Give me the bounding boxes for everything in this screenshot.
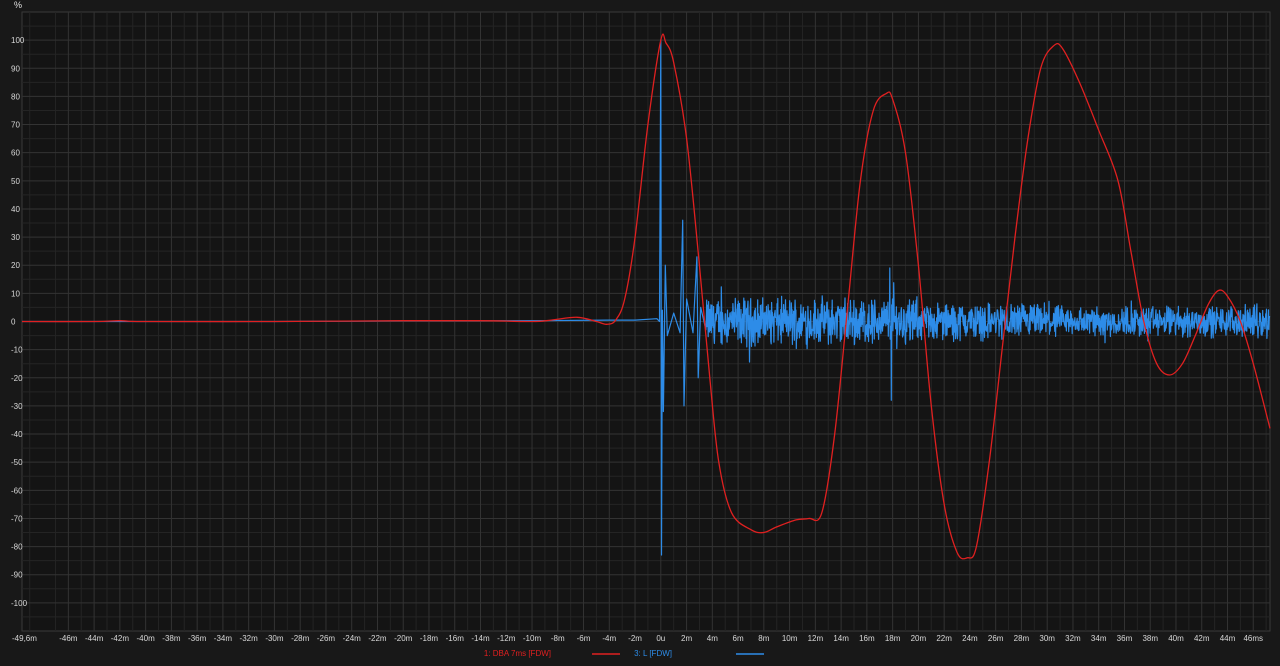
x-tick-label: -20m <box>394 634 413 643</box>
x-tick-label: -46m <box>59 634 78 643</box>
y-tick-label: 10 <box>11 289 20 298</box>
y-tick-label: -10 <box>11 346 23 355</box>
x-tick-label: 4m <box>707 634 718 643</box>
x-tick-label: -16m <box>446 634 465 643</box>
x-tick-label: -34m <box>214 634 233 643</box>
x-tick-label: 42m <box>1194 634 1210 643</box>
x-tick-label: 8m <box>758 634 769 643</box>
x-tick-label: -44m <box>85 634 104 643</box>
y-tick-label: 100 <box>11 36 25 45</box>
x-tick-label: 6m <box>733 634 744 643</box>
y-tick-label: 70 <box>11 121 20 130</box>
x-tick-label: -40m <box>137 634 156 643</box>
x-tick-label: -10m <box>523 634 542 643</box>
y-tick-label: 20 <box>11 261 20 270</box>
x-tick-label: 22m <box>936 634 952 643</box>
y-tick-label: -60 <box>11 486 23 495</box>
y-tick-label: -50 <box>11 458 23 467</box>
x-tick-label: 46ms <box>1243 634 1263 643</box>
x-axis-ticks: -49,6m -46m -44m -42m -40m -38m -36m -34m -32m -3… <box>12 634 1263 643</box>
x-tick-label: 32m <box>1065 634 1081 643</box>
x-tick-label: 28m <box>1014 634 1030 643</box>
x-tick-label: 40m <box>1168 634 1184 643</box>
x-tick-label: -30m <box>265 634 284 643</box>
x-tick-label: -6m <box>577 634 591 643</box>
x-tick-label: -8m <box>551 634 565 643</box>
x-tick-label: 20m <box>911 634 927 643</box>
x-tick-label: -14m <box>471 634 490 643</box>
x-tick-label: 14m <box>833 634 849 643</box>
y-tick-label: 40 <box>11 205 20 214</box>
x-tick-label: 10m <box>782 634 798 643</box>
x-tick-label: 16m <box>859 634 875 643</box>
y-tick-label: 80 <box>11 92 20 101</box>
x-tick-label: -36m <box>188 634 207 643</box>
y-axis-unit-label: % <box>14 0 22 10</box>
y-tick-label: 60 <box>11 149 20 158</box>
x-tick-label: 44m <box>1220 634 1236 643</box>
x-tick-label: 30m <box>1039 634 1055 643</box>
y-tick-label: -70 <box>11 514 23 523</box>
x-tick-label: 38m <box>1142 634 1158 643</box>
x-tick-label: -2m <box>628 634 642 643</box>
y-tick-label: 30 <box>11 233 20 242</box>
x-tick-label: -26m <box>317 634 336 643</box>
x-tick-label: 2m <box>681 634 692 643</box>
legend: 1: DBA 7ms [FDW] 3: L [FDW] <box>484 649 764 658</box>
y-tick-label: -30 <box>11 402 23 411</box>
x-tick-label: -28m <box>291 634 310 643</box>
chart-plot: 1009080706050403020100-10-20-30-40-50-60… <box>11 0 1271 658</box>
x-tick-label: -32m <box>240 634 259 643</box>
y-tick-label: 50 <box>11 177 20 186</box>
y-tick-label: -90 <box>11 571 23 580</box>
x-tick-label: -49,6m <box>12 634 37 643</box>
x-tick-label: -24m <box>343 634 362 643</box>
x-tick-label: -38m <box>162 634 181 643</box>
y-tick-label: -80 <box>11 543 23 552</box>
x-tick-label: 18m <box>885 634 901 643</box>
legend-label: 3: L [FDW] <box>634 649 672 658</box>
x-tick-label: 34m <box>1091 634 1107 643</box>
x-tick-label: 26m <box>988 634 1004 643</box>
y-tick-label: -40 <box>11 430 23 439</box>
x-tick-label: 36m <box>1117 634 1133 643</box>
y-tick-label: -100 <box>11 599 28 608</box>
time-domain-chart: 100 90 80 70 60 50 40 30 20 10 0 -10 -20 -30 -40 -50 -60… <box>0 0 1280 661</box>
x-tick-label: -42m <box>111 634 130 643</box>
x-tick-label: 24m <box>962 634 978 643</box>
y-tick-label: 0 <box>11 318 16 327</box>
x-tick-label: -4m <box>602 634 616 643</box>
legend-label: 1: DBA 7ms [FDW] <box>484 649 551 658</box>
y-tick-label: -20 <box>11 374 23 383</box>
x-tick-label: -12m <box>497 634 516 643</box>
x-tick-label: 0u <box>656 634 665 643</box>
x-tick-label: 12m <box>808 634 824 643</box>
x-tick-label: -22m <box>368 634 387 643</box>
y-tick-label: 90 <box>11 64 20 73</box>
x-tick-label: -18m <box>420 634 439 643</box>
